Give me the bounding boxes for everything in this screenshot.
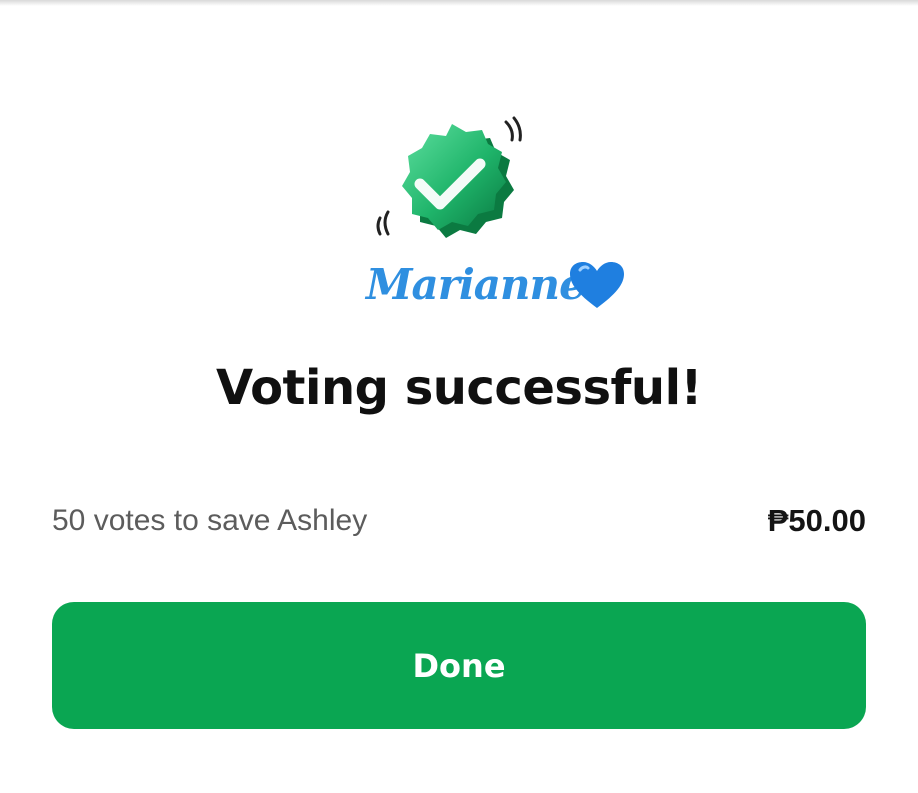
dialog-title: Voting successful!	[216, 360, 702, 416]
done-button[interactable]: Done	[52, 602, 866, 729]
check-badge-icon	[368, 108, 536, 254]
sheet-top-edge	[0, 0, 918, 6]
done-button-label: Done	[412, 646, 506, 685]
blue-heart-icon	[568, 260, 626, 312]
vote-summary-label: 50 votes to save Ashley	[52, 504, 368, 537]
signature-text: Marianne	[366, 260, 586, 309]
signature-overlay: Marianne	[366, 254, 646, 318]
success-dialog: Marianne Voting successful! 50 votes to …	[0, 0, 918, 793]
vote-summary-row: 50 votes to save Ashley ₱50.00	[52, 498, 866, 544]
vote-amount: ₱50.00	[767, 503, 866, 538]
